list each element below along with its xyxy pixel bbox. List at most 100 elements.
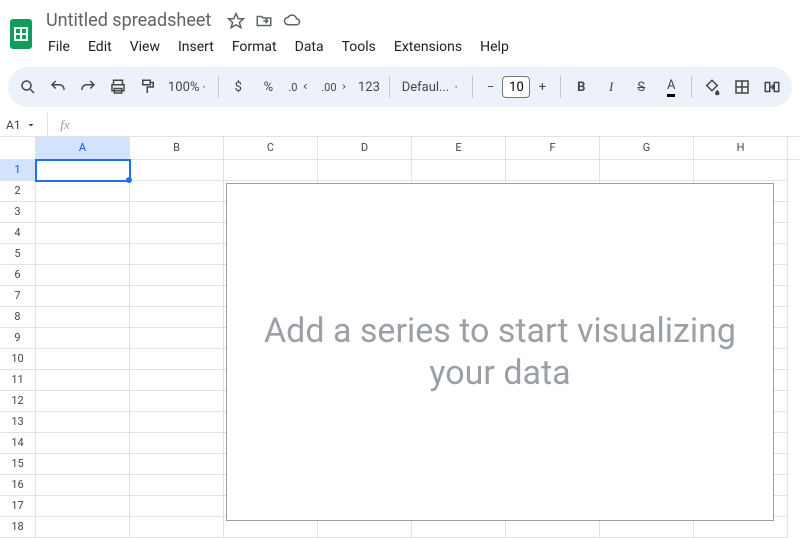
cell-B13[interactable] [130,412,224,433]
search-menus-icon[interactable] [14,72,42,102]
cell-B16[interactable] [130,475,224,496]
borders-button[interactable] [728,72,756,102]
format-percent-button[interactable]: % [254,72,282,102]
star-icon[interactable] [227,12,245,30]
row-header-7[interactable]: 7 [0,286,36,307]
cell-A6[interactable] [36,265,130,286]
cell-A10[interactable] [36,349,130,370]
bold-button[interactable]: B [567,72,595,102]
decrease-font-size-button[interactable]: − [478,75,502,99]
sheets-logo-icon[interactable] [8,16,34,52]
cell-C1[interactable] [224,160,318,181]
font-select[interactable]: Defaul... [396,72,466,102]
menu-view[interactable]: View [122,35,168,59]
cell-B18[interactable] [130,517,224,538]
zoom-select[interactable]: 100% [164,72,212,102]
row-header-17[interactable]: 17 [0,496,36,517]
menu-help[interactable]: Help [472,35,517,59]
cell-A18[interactable] [36,517,130,538]
cell-B17[interactable] [130,496,224,517]
column-header-F[interactable]: F [506,137,600,159]
decrease-decimal-button[interactable]: .0 [284,72,315,102]
cell-B8[interactable] [130,307,224,328]
increase-font-size-button[interactable]: + [530,75,554,99]
cell-A11[interactable] [36,370,130,391]
strikethrough-button[interactable]: S [627,72,655,102]
cell-A7[interactable] [36,286,130,307]
row-header-13[interactable]: 13 [0,412,36,433]
name-box[interactable]: A1 [0,113,48,136]
cell-G1[interactable] [600,160,694,181]
print-icon[interactable] [104,72,132,102]
row-header-3[interactable]: 3 [0,202,36,223]
row-header-14[interactable]: 14 [0,433,36,454]
cell-B9[interactable] [130,328,224,349]
undo-icon[interactable] [44,72,72,102]
cell-B14[interactable] [130,433,224,454]
row-header-1[interactable]: 1 [0,160,36,181]
formula-input[interactable] [82,113,800,136]
merge-cells-button[interactable] [758,72,786,102]
cell-E1[interactable] [412,160,506,181]
cell-A2[interactable] [36,181,130,202]
cell-A15[interactable] [36,454,130,475]
cell-B15[interactable] [130,454,224,475]
cell-B12[interactable] [130,391,224,412]
cell-A4[interactable] [36,223,130,244]
row-header-15[interactable]: 15 [0,454,36,475]
cell-B3[interactable] [130,202,224,223]
increase-decimal-button[interactable]: .00 [317,72,353,102]
paint-format-icon[interactable] [134,72,162,102]
menu-data[interactable]: Data [287,35,332,59]
row-header-18[interactable]: 18 [0,517,36,538]
cell-A17[interactable] [36,496,130,517]
column-header-G[interactable]: G [600,137,694,159]
italic-button[interactable]: I [597,72,625,102]
row-header-6[interactable]: 6 [0,265,36,286]
cell-B11[interactable] [130,370,224,391]
cell-F1[interactable] [506,160,600,181]
menu-extensions[interactable]: Extensions [386,35,470,59]
cell-B2[interactable] [130,181,224,202]
row-header-10[interactable]: 10 [0,349,36,370]
move-folder-icon[interactable] [255,12,273,30]
row-header-4[interactable]: 4 [0,223,36,244]
cell-A1[interactable] [36,160,130,181]
menu-format[interactable]: Format [224,35,285,59]
row-header-16[interactable]: 16 [0,475,36,496]
chart-placeholder-panel[interactable]: Add a series to start visualizing your d… [226,183,774,521]
row-header-12[interactable]: 12 [0,391,36,412]
menu-file[interactable]: File [40,35,78,59]
format-currency-button[interactable]: $ [224,72,252,102]
cell-A8[interactable] [36,307,130,328]
column-header-C[interactable]: C [224,137,318,159]
cell-B10[interactable] [130,349,224,370]
column-header-H[interactable]: H [694,137,788,159]
select-all-corner[interactable] [0,137,36,159]
row-header-11[interactable]: 11 [0,370,36,391]
cell-B4[interactable] [130,223,224,244]
cloud-status-icon[interactable] [283,12,301,30]
cell-A13[interactable] [36,412,130,433]
column-header-E[interactable]: E [412,137,506,159]
cell-A14[interactable] [36,433,130,454]
document-title[interactable]: Untitled spreadsheet [40,8,217,33]
cell-A9[interactable] [36,328,130,349]
cell-A3[interactable] [36,202,130,223]
column-header-B[interactable]: B [130,137,224,159]
cell-B6[interactable] [130,265,224,286]
menu-edit[interactable]: Edit [80,35,120,59]
menu-tools[interactable]: Tools [334,35,384,59]
row-header-9[interactable]: 9 [0,328,36,349]
column-header-D[interactable]: D [318,137,412,159]
menu-insert[interactable]: Insert [170,35,222,59]
text-color-button[interactable]: A [657,72,685,102]
cell-B1[interactable] [130,160,224,181]
fill-color-button[interactable] [698,72,726,102]
cell-A5[interactable] [36,244,130,265]
row-header-2[interactable]: 2 [0,181,36,202]
font-size-input[interactable] [502,76,530,98]
redo-icon[interactable] [74,72,102,102]
cell-B5[interactable] [130,244,224,265]
column-header-A[interactable]: A [36,137,130,159]
